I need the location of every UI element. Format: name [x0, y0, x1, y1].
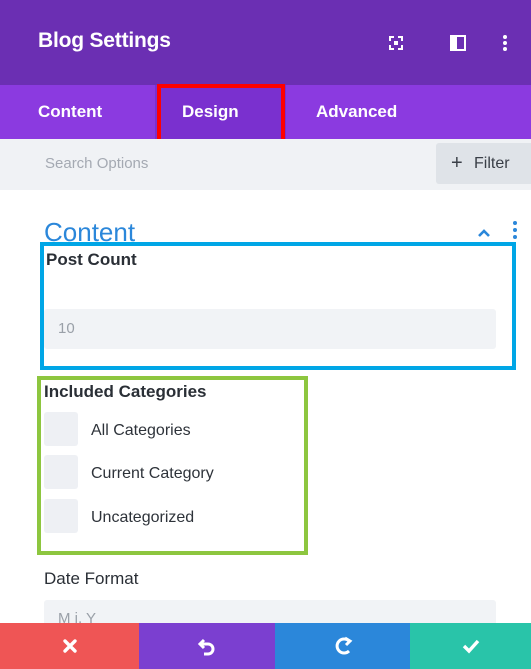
- search-input[interactable]: Search Options: [45, 155, 148, 172]
- fullscreen-icon[interactable]: [387, 34, 405, 52]
- undo-icon: [197, 636, 217, 656]
- post-count-input[interactable]: 10: [44, 309, 496, 349]
- filter-label: Filter: [474, 155, 510, 172]
- checkbox-label-uncategorized: Uncategorized: [91, 509, 195, 526]
- close-icon: [60, 636, 80, 656]
- chevron-up-icon[interactable]: [476, 225, 492, 241]
- tab-content[interactable]: Content: [38, 85, 102, 139]
- settings-header: Blog Settings: [0, 0, 531, 93]
- section-menu-icon[interactable]: [511, 220, 519, 240]
- post-count-label: Post Count: [46, 250, 137, 269]
- tab-advanced[interactable]: Advanced: [316, 85, 397, 139]
- redo-icon: [333, 636, 353, 656]
- checkbox-uncategorized[interactable]: [44, 499, 78, 533]
- checkbox-label-current-category: Current Category: [91, 465, 214, 482]
- more-vertical-icon[interactable]: [500, 34, 510, 52]
- discard-button[interactable]: [0, 623, 139, 669]
- redo-button[interactable]: [275, 623, 410, 669]
- checkbox-all-categories[interactable]: [44, 412, 78, 446]
- checkmark-icon: [461, 636, 481, 656]
- checkbox-label-all-categories: All Categories: [91, 422, 191, 439]
- included-categories-label: Included Categories: [44, 382, 207, 401]
- split-view-icon[interactable]: [449, 34, 467, 52]
- filter-button[interactable]: + Filter: [436, 143, 531, 184]
- save-button[interactable]: [410, 623, 531, 669]
- undo-button[interactable]: [139, 623, 275, 669]
- action-footer: [0, 623, 531, 669]
- modal-title: Blog Settings: [38, 29, 171, 52]
- plus-icon: +: [451, 152, 463, 174]
- date-format-label: Date Format: [44, 569, 139, 588]
- checkbox-current-category[interactable]: [44, 455, 78, 489]
